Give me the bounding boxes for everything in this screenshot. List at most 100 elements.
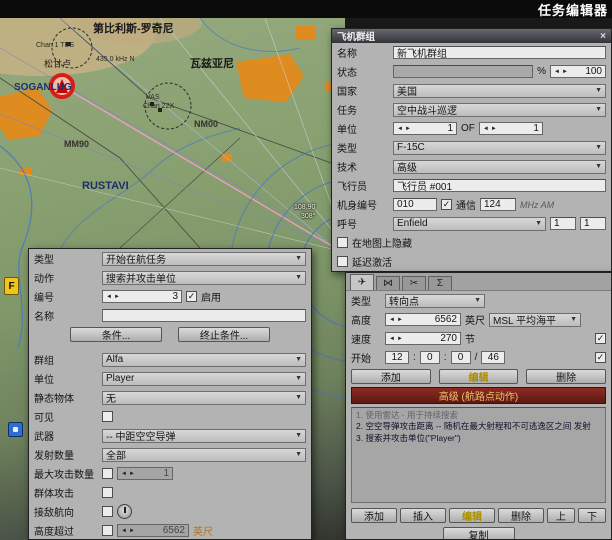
action-delete-button[interactable]: 删除 xyxy=(498,508,544,523)
stepper-right-icon[interactable]: ► xyxy=(129,471,135,477)
altitude-ref-select[interactable]: MSL 平均海平 ▼ xyxy=(489,313,581,327)
static-object-select[interactable]: 无 ▼ xyxy=(102,391,306,405)
unit-total-stepper[interactable]: ◄ ► 1 xyxy=(479,122,543,135)
engage-heading-label: 接敌航向 xyxy=(34,504,98,519)
stepper-left-icon[interactable]: ◄ xyxy=(389,336,395,342)
hidden-on-map-checkbox[interactable] xyxy=(337,237,348,248)
skill-select[interactable]: 高级 ▼ xyxy=(393,160,606,174)
frequency-input[interactable]: 124 xyxy=(480,198,516,211)
max-attack-label: 最大攻击数量 xyxy=(34,466,98,481)
check-icon: ✓ xyxy=(597,353,605,362)
comm-checkbox[interactable]: ✓ xyxy=(441,199,452,210)
tab-payload[interactable]: ✂ xyxy=(402,276,426,290)
chevron-down-icon: ▼ xyxy=(474,297,481,304)
group-name-input[interactable]: 新飞机群组 xyxy=(393,46,606,59)
group-attack-checkbox[interactable] xyxy=(102,487,113,498)
eta-lock-checkbox[interactable]: ✓ xyxy=(595,352,606,363)
aircraft-type-select[interactable]: F-15C ▼ xyxy=(393,141,606,155)
callsign-num1-input[interactable]: 1 xyxy=(550,217,576,230)
task-type-select[interactable]: 开始在航任务 ▼ xyxy=(102,252,306,266)
time-colon: : xyxy=(444,352,447,363)
waypoint-type-select[interactable]: 转向点 ▼ xyxy=(385,294,485,308)
list-item[interactable]: 1. 使用雷达 - 用于持续搜索 xyxy=(356,410,601,421)
stepper-left-icon[interactable]: ◄ xyxy=(554,69,560,75)
stepper-left-icon[interactable]: ◄ xyxy=(121,471,127,477)
callsign-value: Enfield xyxy=(397,218,535,229)
stepper-right-icon[interactable]: ► xyxy=(397,336,403,342)
launch-qty-select[interactable]: 全部 ▼ xyxy=(102,448,306,462)
weapon-select[interactable]: -- 中距空空导弹 ▼ xyxy=(102,429,306,443)
copy-button[interactable]: 复制 xyxy=(443,527,515,540)
task-action-select[interactable]: 搜索并攻击单位 ▼ xyxy=(102,271,306,285)
stepper-right-icon[interactable]: ► xyxy=(405,126,411,132)
start-hour-field[interactable]: 12 xyxy=(385,351,409,364)
late-activation-checkbox[interactable] xyxy=(337,256,348,267)
stepper-right-icon[interactable]: ► xyxy=(491,126,497,132)
stepper-left-icon[interactable]: ◄ xyxy=(389,317,395,323)
enroute-task-panel: 类型 开始在航任务 ▼ 动作 搜索并攻击单位 ▼ 编号 ◄ ► 3 ✓ 启用 xyxy=(28,248,312,540)
engage-heading-row: 接敌航向 xyxy=(29,502,311,521)
stepper-left-icon[interactable]: ◄ xyxy=(483,126,489,132)
max-attack-stepper[interactable]: ◄ ► 1 xyxy=(117,467,173,480)
hidden-on-map-row: 在地图上隐藏 xyxy=(332,233,611,252)
condition-button[interactable]: 条件... xyxy=(70,327,162,342)
max-attack-checkbox[interactable] xyxy=(102,468,113,479)
waypoint-delete-button[interactable]: 删除 xyxy=(526,369,606,384)
altitude-above-checkbox[interactable] xyxy=(102,525,113,536)
stop-condition-button[interactable]: 终止条件... xyxy=(178,327,270,342)
waypoint-add-button[interactable]: 添加 xyxy=(351,369,431,384)
action-up-button[interactable]: 上 xyxy=(547,508,575,523)
start-day-field[interactable]: 46 xyxy=(481,351,505,364)
callsign-select[interactable]: Enfield ▼ xyxy=(393,217,546,231)
waypoint-actions-list[interactable]: 1. 使用雷达 - 用于持续搜索 2. 空空导弹攻击距离 -- 随机在最大射程和… xyxy=(351,407,606,503)
task-number-stepper[interactable]: ◄ ► 3 xyxy=(102,290,182,303)
stepper-right-icon[interactable]: ► xyxy=(397,317,403,323)
start-second-field[interactable]: 0 xyxy=(451,351,471,364)
heading-dial[interactable] xyxy=(117,504,132,519)
action-add-button[interactable]: 添加 xyxy=(351,508,397,523)
close-icon[interactable]: × xyxy=(600,31,606,42)
visible-checkbox[interactable] xyxy=(102,411,113,422)
action-insert-button[interactable]: 插入 xyxy=(400,508,446,523)
task-select[interactable]: 空中战斗巡逻 ▼ xyxy=(393,103,606,117)
map-marker-farp[interactable]: F xyxy=(4,277,19,295)
start-minute-field[interactable]: 0 xyxy=(420,351,440,364)
callsign-num2-input[interactable]: 1 xyxy=(580,217,606,230)
speed-lock-checkbox[interactable]: ✓ xyxy=(595,333,606,344)
condition-stepper[interactable]: ◄ ► 100 xyxy=(550,65,606,78)
altitude-above-value: 6562 xyxy=(137,525,185,536)
speed-stepper[interactable]: ◄ ► 270 xyxy=(385,332,461,345)
tail-number-input[interactable]: 010 xyxy=(393,198,437,211)
waypoint-type-value: 转向点 xyxy=(389,293,474,308)
country-select[interactable]: 美国 ▼ xyxy=(393,84,606,98)
tab-formation[interactable]: ⋈ xyxy=(376,276,400,290)
enabled-checkbox[interactable]: ✓ xyxy=(186,291,197,302)
action-edit-button[interactable]: 编辑 xyxy=(449,508,495,523)
list-item[interactable]: 2. 空空导弹攻击距离 -- 随机在最大射程和不可逃逸区之间 发射 xyxy=(356,421,601,432)
stepper-left-icon[interactable]: ◄ xyxy=(397,126,403,132)
action-down-button[interactable]: 下 xyxy=(578,508,606,523)
altitude-stepper[interactable]: ◄ ► 6562 xyxy=(385,313,461,326)
group-value: Alfa xyxy=(106,354,295,365)
advanced-waypoint-actions-button[interactable]: 高级 (航路点动作) xyxy=(351,387,606,404)
tab-route[interactable]: ✈ xyxy=(350,274,374,290)
group-select[interactable]: Alfa ▼ xyxy=(102,353,306,367)
stepper-right-icon[interactable]: ► xyxy=(562,69,568,75)
stepper-right-icon[interactable]: ► xyxy=(129,528,135,534)
aircraft-group-titlebar[interactable]: 飞机群组 × xyxy=(332,29,611,43)
list-item[interactable]: 3. 搜索并攻击单位("Player") xyxy=(356,433,601,444)
engage-heading-checkbox[interactable] xyxy=(102,506,113,517)
chevron-down-icon: ▼ xyxy=(295,356,302,363)
stepper-right-icon[interactable]: ► xyxy=(114,294,120,300)
unit-count-stepper[interactable]: ◄ ► 1 xyxy=(393,122,457,135)
stepper-left-icon[interactable]: ◄ xyxy=(121,528,127,534)
target-unit-select[interactable]: Player ▼ xyxy=(102,372,306,386)
map-marker-blue-unit[interactable] xyxy=(8,422,23,437)
payload-icon: ✂ xyxy=(410,278,418,289)
altitude-above-stepper[interactable]: ◄ ► 6562 xyxy=(117,524,189,537)
waypoint-edit-button[interactable]: 编辑 xyxy=(439,369,519,384)
stepper-left-icon[interactable]: ◄ xyxy=(106,294,112,300)
pilot-name-input[interactable]: 飞行员 #001 xyxy=(393,179,606,192)
task-name-input[interactable] xyxy=(102,309,306,322)
tab-summary[interactable]: Σ xyxy=(428,276,452,290)
